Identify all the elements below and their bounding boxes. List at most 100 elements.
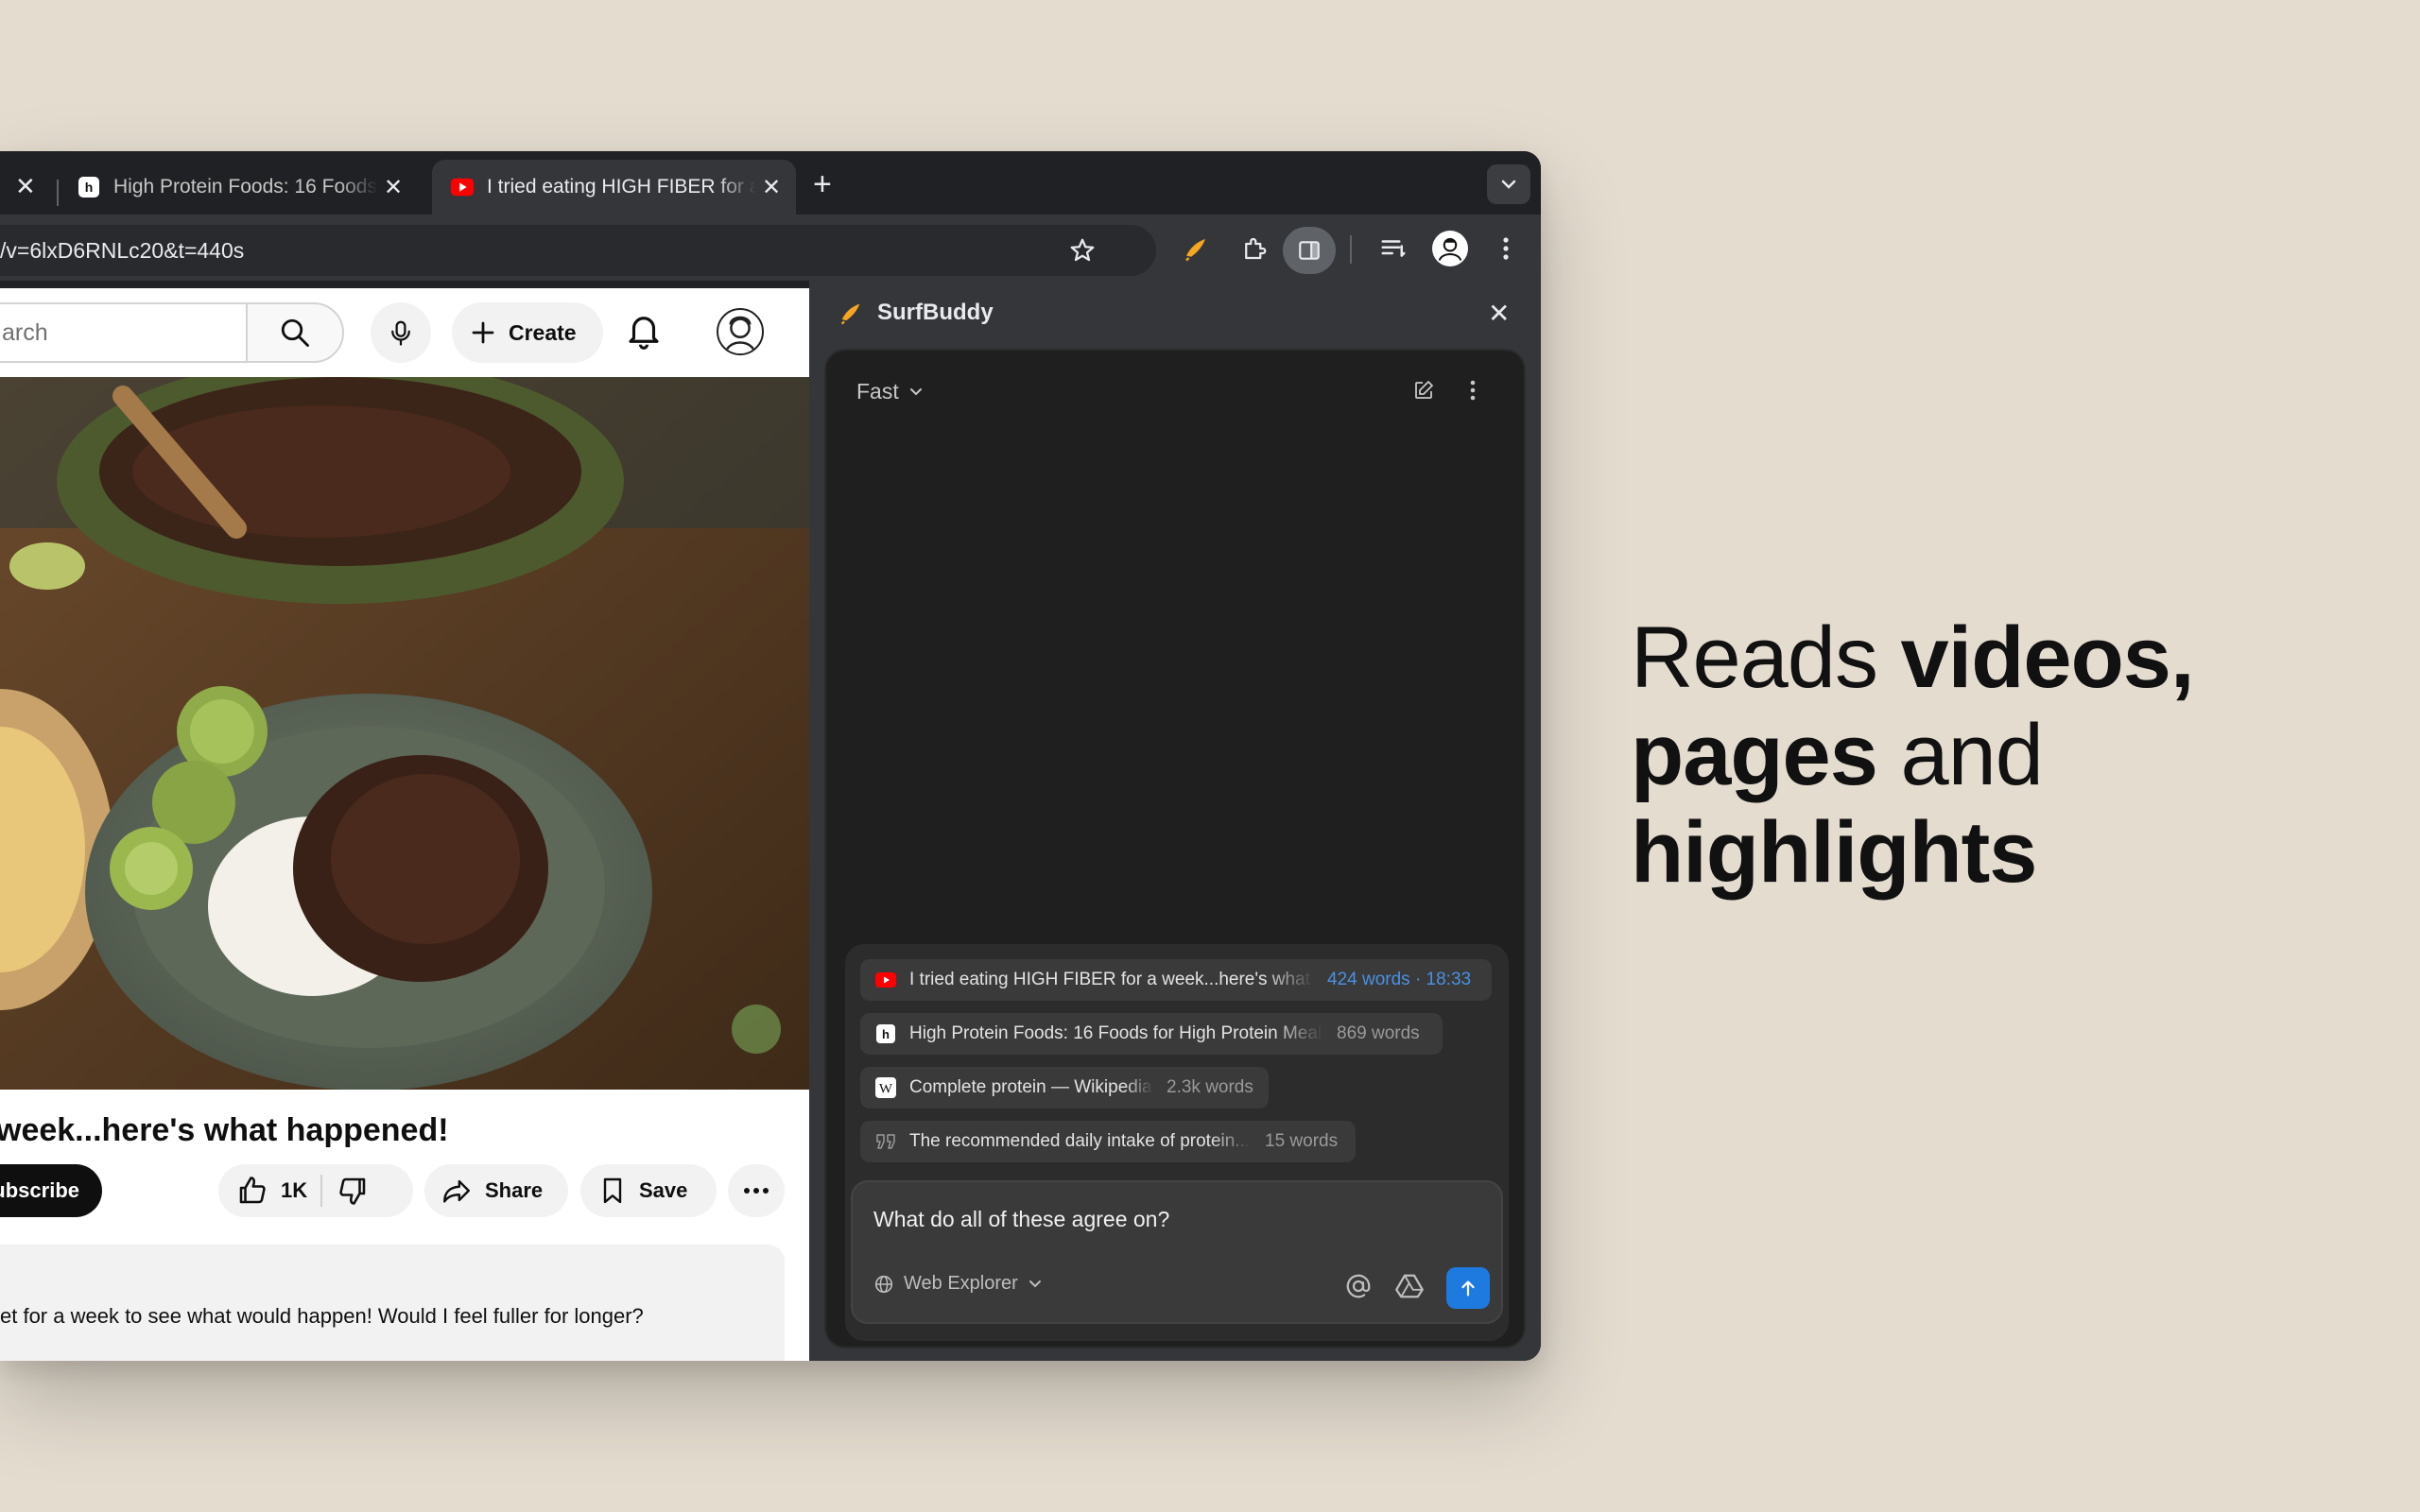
tab-high-protein[interactable]: h High Protein Foods: 16 Foods for High … — [59, 160, 418, 215]
share-icon — [443, 1179, 470, 1203]
voice-search-button[interactable] — [371, 302, 431, 363]
chat-menu-icon[interactable] — [1469, 379, 1477, 406]
chip-meta: 869 words — [1337, 1023, 1420, 1043]
share-label: Share — [485, 1178, 544, 1202]
microphone-icon — [391, 320, 410, 346]
page-favicon-icon: h — [78, 176, 100, 198]
context-chip-page[interactable]: h High Protein Foods: 16 Foods for High … — [860, 1013, 1443, 1055]
drive-icon[interactable] — [1395, 1273, 1424, 1304]
tab-search-button[interactable] — [1487, 164, 1530, 204]
bookmark-icon — [603, 1177, 622, 1204]
chip-meta: 2.3k words — [1167, 1077, 1253, 1097]
subscribe-button[interactable]: ubscribe — [0, 1164, 102, 1217]
thumbs-down-icon[interactable] — [336, 1174, 370, 1208]
headline-bold-text: pages — [1631, 707, 1878, 803]
chip-title: High Protein Foods: 16 Foods for High Pr… — [909, 1023, 1323, 1043]
context-chip-video[interactable]: I tried eating HIGH FIBER for a week...h… — [860, 959, 1492, 1001]
address-bar[interactable]: /v=6lxD6RNLc20&t=440s — [0, 225, 1156, 276]
like-divider — [320, 1175, 323, 1207]
headline-bold-text: videos, — [1900, 610, 2195, 706]
description-text: et for a week to see what would happen! … — [0, 1304, 644, 1328]
url-text: /v=6lxD6RNLc20&t=440s — [0, 238, 245, 263]
save-label: Save — [639, 1178, 688, 1202]
new-tab-button[interactable]: + — [813, 166, 832, 203]
page-icon: h — [875, 1023, 896, 1044]
search-button[interactable] — [246, 302, 344, 363]
tab-title: High Protein Foods: 16 Foods for High Pr… — [113, 176, 378, 198]
message-composer[interactable]: What do all of these agree on? Web Explo… — [851, 1180, 1503, 1324]
chip-title: I tried eating HIGH FIBER for a week...h… — [909, 970, 1314, 989]
headline-bold-text: highlights — [1631, 804, 2037, 901]
arrow-up-icon — [1461, 1280, 1475, 1297]
mode-selector[interactable]: Web Explorer — [873, 1273, 1043, 1295]
notifications-bell-icon[interactable] — [624, 310, 664, 354]
new-chat-icon[interactable] — [1412, 379, 1435, 406]
save-button[interactable]: Save — [580, 1164, 717, 1217]
mention-icon[interactable] — [1344, 1272, 1373, 1305]
svg-text:h: h — [882, 1027, 890, 1041]
search-input[interactable]: arch — [0, 302, 248, 363]
headline-line-3: highlights — [1631, 804, 2194, 902]
close-panel-icon[interactable]: ✕ — [1488, 298, 1510, 329]
side-panel-icon — [1299, 241, 1320, 260]
avatar[interactable] — [717, 308, 764, 355]
composer-actions — [1344, 1267, 1490, 1309]
quote-icon — [875, 1131, 896, 1152]
app-name: SurfBuddy — [877, 300, 994, 325]
extensions-puzzle-icon[interactable] — [1237, 232, 1271, 266]
more-actions-button[interactable] — [728, 1164, 785, 1217]
close-tab-icon[interactable]: ✕ — [756, 174, 786, 201]
reading-list-icon[interactable] — [1376, 232, 1410, 266]
context-chip-wikipedia[interactable]: W Complete protein — Wikipedia 2.3k word… — [860, 1067, 1269, 1108]
video-frame-food-image — [0, 377, 809, 1090]
headline-line-1: Reads videos, — [1631, 610, 2195, 707]
tab-high-fiber[interactable]: I tried eating HIGH FIBER for a week...h… — [432, 160, 796, 215]
search-placeholder: arch — [2, 319, 48, 346]
toolbar-divider — [1350, 235, 1352, 264]
like-count[interactable]: 1K — [281, 1178, 307, 1203]
model-selector[interactable]: Fast — [856, 379, 924, 404]
surfbuddy-side-panel: SurfBuddy ✕ Fast I tried eating HIGH FIB… — [809, 281, 1541, 1361]
chat-tools — [1412, 379, 1477, 406]
chip-meta: 424 words · 18:33 — [1327, 970, 1472, 989]
surfbuddy-logo-icon — [840, 303, 860, 325]
chat-area: Fast I tried eating HIGH FIBER for a wee… — [824, 349, 1526, 1349]
surfbuddy-extension-icon[interactable] — [1179, 232, 1213, 266]
chevron-down-icon — [1501, 180, 1516, 189]
context-chip-highlight[interactable]: The recommended daily intake of protein.… — [860, 1121, 1356, 1162]
chip-title: The recommended daily intake of protein.… — [909, 1131, 1251, 1151]
wikipedia-icon: W — [875, 1077, 896, 1098]
browser-toolbar: /v=6lxD6RNLc20&t=440s — [0, 215, 1541, 281]
video-title: week...here's what happened! — [0, 1112, 449, 1148]
create-label: Create — [509, 319, 577, 345]
mode-label: Web Explorer — [904, 1273, 1018, 1294]
video-player[interactable] — [0, 377, 809, 1090]
tab-strip: ✕ h High Protein Foods: 16 Foods for Hig… — [0, 151, 1541, 215]
side-panel-toggle-button[interactable] — [1283, 227, 1336, 274]
video-description[interactable]: et for a week to see what would happen! … — [0, 1245, 785, 1361]
browser-window: ✕ h High Protein Foods: 16 Foods for Hig… — [0, 151, 1541, 1361]
profile-avatar[interactable] — [1432, 231, 1468, 266]
create-button[interactable]: Create — [452, 302, 603, 363]
headline-line-2: pages and — [1631, 707, 2194, 804]
model-label: Fast — [856, 379, 899, 404]
browser-menu-icon[interactable] — [1489, 232, 1523, 266]
youtube-page: arch Create week...here's what happened!… — [0, 288, 809, 1361]
close-tab-icon[interactable]: ✕ — [378, 174, 408, 201]
youtube-icon — [875, 970, 896, 990]
bookmark-star-icon[interactable] — [1068, 236, 1097, 269]
thumbs-up-icon[interactable] — [235, 1174, 269, 1208]
youtube-favicon-icon — [451, 176, 474, 198]
profile-face-icon — [1438, 238, 1462, 261]
search-icon — [281, 318, 309, 347]
context-and-composer: I tried eating HIGH FIBER for a week...h… — [845, 944, 1509, 1341]
share-button[interactable]: Share — [424, 1164, 568, 1217]
plus-icon — [472, 321, 494, 344]
message-input[interactable]: What do all of these agree on? — [873, 1207, 1169, 1232]
headline-text: and — [1876, 707, 2044, 803]
close-tab-icon[interactable]: ✕ — [15, 172, 36, 201]
marketing-headline: Reads videos, pages and highlights — [1631, 610, 2195, 902]
chevron-down-icon — [909, 387, 922, 395]
send-button[interactable] — [1446, 1267, 1490, 1309]
like-dislike-group: 1K — [218, 1164, 413, 1217]
